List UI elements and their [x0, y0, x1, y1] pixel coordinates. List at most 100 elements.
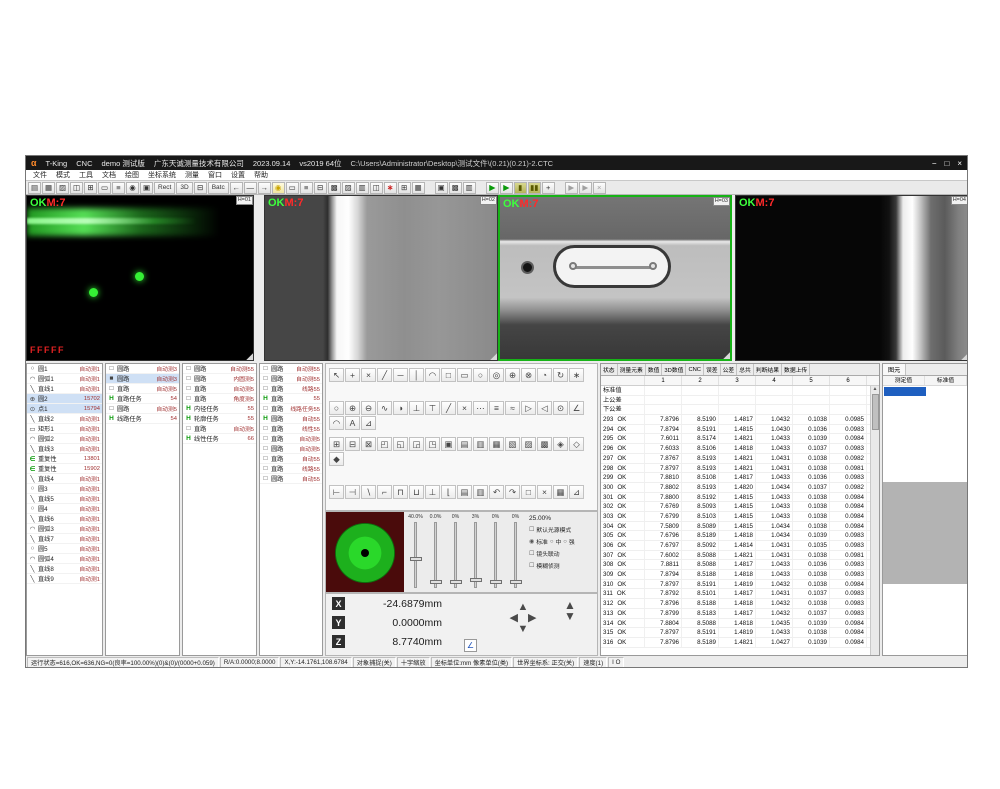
list-item[interactable]: ╲ 直线1 自动测1	[27, 384, 102, 394]
column-header[interactable]: 2	[682, 376, 719, 385]
menu-item[interactable]: 设置	[227, 170, 249, 180]
slider-track[interactable]	[414, 522, 417, 588]
list-item[interactable]: □ 直路 自动55	[260, 454, 322, 464]
camera-view-1[interactable]: OKM:7 H=01 FFFFF ◢	[26, 195, 254, 361]
table-row[interactable]: 300 OK 7.8802 8.5193 1.4820 1.0434 0.103…	[601, 483, 879, 493]
tool-button[interactable]: ▤	[457, 485, 472, 499]
toolbar-button[interactable]: ◉	[272, 182, 285, 194]
list-item[interactable]: □ 圆路 自动55	[260, 474, 322, 484]
toolbar-button[interactable]: ←	[230, 182, 243, 194]
list-item[interactable]: ⊙ 点1 15794	[27, 404, 102, 414]
tool-button[interactable]: ⊥	[409, 401, 424, 415]
slider-track[interactable]	[474, 522, 477, 588]
list-item[interactable]: ╲ 直线5 自动测1	[27, 494, 102, 504]
tool-button[interactable]: □	[521, 485, 536, 499]
list-item[interactable]: □ 圆路 自动测55	[260, 364, 322, 374]
tool-button[interactable]: □	[441, 368, 456, 382]
slider-track[interactable]	[514, 522, 517, 588]
table-tab[interactable]: 判断结果	[754, 364, 782, 375]
toolbar-button[interactable]: ▣	[140, 182, 153, 194]
tool-button[interactable]: ∠	[569, 401, 584, 415]
tool-button[interactable]: ◠	[329, 416, 344, 430]
table-row[interactable]: 315 OK 7.8797 8.5191 1.4819 1.0433 0.103…	[601, 628, 879, 638]
tool-button[interactable]: ↶	[489, 485, 504, 499]
tool-button[interactable]: ⊓	[393, 485, 408, 499]
table-row[interactable]: 310 OK 7.8797 8.5191 1.4819 1.0432 0.103…	[601, 580, 879, 590]
toolbar-button[interactable]: →	[258, 182, 271, 194]
checkbox-icon[interactable]: ☐	[529, 550, 534, 557]
jog-up-icon[interactable]: ▲	[518, 601, 529, 613]
list-item[interactable]: ╲ 直线6 自动测1	[27, 514, 102, 524]
tool-button[interactable]: ○	[329, 401, 344, 415]
toolbar-button[interactable]: ▭	[286, 182, 299, 194]
list-item[interactable]: ▭ 矩形1 自动测1	[27, 424, 102, 434]
tool-button[interactable]: ⊠	[361, 437, 376, 451]
table-row[interactable]: 302 OK 7.6769 8.5093 1.4815 1.0433 0.103…	[601, 502, 879, 512]
table-row[interactable]: 313 OK 7.8799 8.5183 1.4817 1.0432 0.103…	[601, 609, 879, 619]
list-item[interactable]: H 线路任务 54	[106, 414, 179, 424]
toolbar-button[interactable]: ▤	[28, 182, 41, 194]
table-tab[interactable]: 数值	[646, 364, 663, 375]
tool-button[interactable]: ⊥	[425, 485, 440, 499]
maximize-button[interactable]: □	[944, 159, 949, 168]
tool-button[interactable]: ◆	[329, 452, 344, 466]
selected-cell-highlight[interactable]	[884, 387, 926, 396]
toolbar-button[interactable]: ≡	[300, 182, 313, 194]
toolbar-button[interactable]: ⊟	[194, 182, 207, 194]
menu-item[interactable]: 绘图	[121, 170, 143, 180]
slider-handle[interactable]	[410, 557, 422, 561]
toolbar-button[interactable]: ▮▮	[528, 182, 541, 194]
tool-button[interactable]: ≈	[505, 401, 520, 415]
tool-button[interactable]: A	[345, 416, 360, 430]
table-row[interactable]: 301 OK 7.8800 8.5192 1.4815 1.0433 0.103…	[601, 493, 879, 503]
radio-label[interactable]: 中	[555, 537, 561, 546]
table-row[interactable]: 314 OK 7.8804 8.5088 1.4818 1.0435 0.103…	[601, 619, 879, 629]
column-header[interactable]: 3	[719, 376, 756, 385]
tool-button[interactable]: ▤	[457, 437, 472, 451]
jog-right-icon[interactable]: ▶	[528, 612, 536, 624]
toolbar-button[interactable]: ▩	[449, 182, 462, 194]
toolbar-button[interactable]: Batc	[208, 182, 229, 194]
list-item[interactable]: H 轮廓任务 55	[183, 414, 256, 424]
z-jog-pad[interactable]: ▲ ▼	[564, 600, 576, 622]
toolbar-button[interactable]: ▥	[463, 182, 476, 194]
status-segment[interactable]: 运行状态=616,OK=636,NG=0(良率=100.00%)(0)&(0)/…	[27, 657, 219, 668]
reference-row[interactable]: 上公差	[601, 396, 879, 406]
menu-item[interactable]: 文档	[98, 170, 120, 180]
tool-button[interactable]: ∿	[377, 401, 392, 415]
menu-item[interactable]: 模式	[52, 170, 74, 180]
tool-button[interactable]: ◲	[409, 437, 424, 451]
tool-button[interactable]: ⊣	[345, 485, 360, 499]
status-segment[interactable]: X,Y:-14.1761,108.6784	[280, 657, 351, 668]
tool-button[interactable]: ◈	[553, 437, 568, 451]
slider-track[interactable]	[494, 522, 497, 588]
tool-button[interactable]: ↻	[553, 368, 568, 382]
x-axis-icon[interactable]: X	[332, 597, 345, 610]
table-tab[interactable]: 公差	[721, 364, 738, 375]
list-item[interactable]: □ 直路 线路55	[260, 384, 322, 394]
list-item[interactable]: ⊕ 圆2 15702	[27, 394, 102, 404]
list-item[interactable]: □ 直路 自动测5	[183, 384, 256, 394]
status-segment[interactable]: I O	[608, 657, 624, 668]
table-row[interactable]: 294 OK 7.8794 8.5191 1.4815 1.0430 0.103…	[601, 425, 879, 435]
list-item[interactable]: □ 直路 线路任务55	[260, 404, 322, 414]
tool-button[interactable]: ▦	[489, 437, 504, 451]
tool-button[interactable]: ╱	[377, 368, 392, 382]
table-row[interactable]: 316 OK 7.8796 8.5189 1.4821 1.0427 0.103…	[601, 638, 879, 648]
tool-button[interactable]: ⊙	[553, 401, 568, 415]
list-item[interactable]: ∈ 重复性 15902	[27, 464, 102, 474]
table-row[interactable]: 295 OK 7.6011 8.5174 1.4821 1.0433 0.103…	[601, 434, 879, 444]
tool-button[interactable]: ▭	[457, 368, 472, 382]
tool-button[interactable]: ⊢	[329, 485, 344, 499]
close-button[interactable]: ×	[957, 159, 962, 168]
tool-button[interactable]: ◰	[377, 437, 392, 451]
list-item[interactable]: ◠ 圆弧4 自动测1	[27, 554, 102, 564]
radio-icon[interactable]: ○	[563, 539, 567, 545]
tool-button[interactable]: ↷	[505, 485, 520, 499]
table-row[interactable]: 304 OK 7.5809 8.5089 1.4815 1.0434 0.103…	[601, 522, 879, 532]
list-item[interactable]: H 圆路 自动55	[260, 414, 322, 424]
tool-button[interactable]: ⊤	[425, 401, 440, 415]
ring-light-preview[interactable]	[326, 512, 404, 592]
list-item[interactable]: □ 圆路 自动测55	[183, 364, 256, 374]
toolbar-button[interactable]: ◉	[126, 182, 139, 194]
